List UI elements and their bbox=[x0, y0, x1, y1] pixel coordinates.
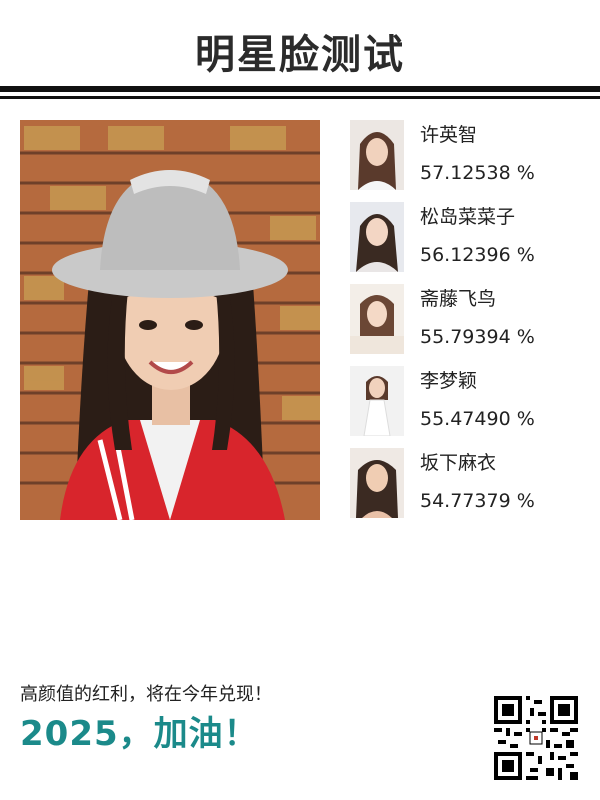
match-score: 57.12538 % bbox=[420, 162, 535, 184]
qr-code-icon bbox=[494, 696, 578, 780]
match-name: 松岛菜菜子 bbox=[420, 206, 516, 228]
match-score: 55.79394 % bbox=[420, 326, 535, 348]
match-name: 斋藤飞鸟 bbox=[420, 288, 497, 310]
match-score: 55.47490 % bbox=[420, 408, 535, 430]
match-thumbnail bbox=[350, 366, 404, 436]
match-item[interactable]: 李梦颖 55.47490 % bbox=[350, 366, 590, 436]
match-item[interactable]: 坂下麻衣 54.77379 % bbox=[350, 448, 590, 518]
match-thumbnail bbox=[350, 448, 404, 518]
match-thumbnail bbox=[350, 120, 404, 190]
match-item[interactable]: 斋藤飞鸟 55.79394 % bbox=[350, 284, 590, 354]
match-name: 许英智 bbox=[420, 124, 478, 146]
match-item[interactable]: 许英智 57.12538 % bbox=[350, 120, 590, 190]
match-thumbnail bbox=[350, 284, 404, 354]
title-divider-thick bbox=[0, 86, 600, 92]
slogan-text: 高颜值的红利，将在今年兑现！ bbox=[20, 684, 272, 705]
title-divider-thin bbox=[0, 96, 600, 99]
match-item[interactable]: 松岛菜菜子 56.12396 % bbox=[350, 202, 590, 272]
portrait-illustration bbox=[20, 120, 320, 520]
match-score: 56.12396 % bbox=[420, 244, 535, 266]
match-name: 坂下麻衣 bbox=[420, 452, 497, 474]
match-score: 54.77379 % bbox=[420, 490, 535, 512]
match-thumbnail bbox=[350, 202, 404, 272]
page-title: 明星脸测试 bbox=[195, 32, 405, 78]
uploaded-photo bbox=[20, 120, 320, 520]
banner-text: 2025，加油！ bbox=[20, 714, 259, 754]
qr-code bbox=[494, 696, 578, 780]
match-name: 李梦颖 bbox=[420, 370, 478, 392]
